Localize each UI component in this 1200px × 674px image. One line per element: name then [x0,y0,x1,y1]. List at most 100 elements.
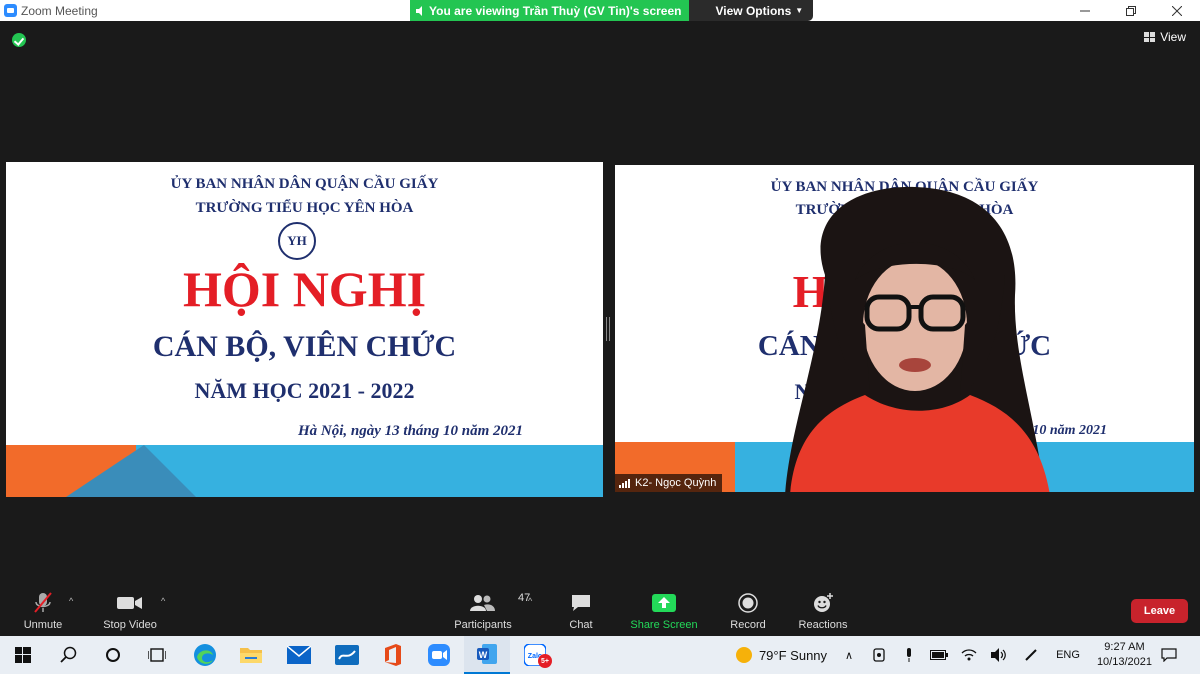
participant-name-tag: K2- Ngọc Quỳnh [615,474,723,492]
record-button[interactable]: Record [726,586,770,636]
clock-time: 9:27 AM [1104,641,1145,653]
restore-button[interactable] [1108,0,1154,21]
slide-line2: TRƯỜNG TIỂU HỌC YÊN HÒA [195,200,414,216]
chevron-up-icon: ∧ [844,649,854,662]
slide-date: Hà Nội, ngày 13 tháng 10 năm 2021 [298,423,524,439]
input-language-indicator[interactable]: ENG [1052,636,1084,674]
participants-options-caret-icon[interactable]: ^ [528,596,532,606]
pen-icon[interactable] [1020,636,1042,674]
system-clock[interactable]: 9:27 AM 10/13/2021 [1097,640,1152,670]
task-view-icon [148,648,166,662]
meeting-area: View ỦY BAN NHÂN DÂN QUẬN CẦU GIẤY TRƯỜN… [0,21,1200,586]
record-label: Record [730,619,766,631]
viewing-text: You are viewing Trần Thuỳ (GV Tin)'s scr… [429,3,682,18]
stop-video-button[interactable]: Stop Video [100,586,160,636]
mail-envelope-icon [287,646,311,664]
cortana-button[interactable] [90,636,136,674]
windows-start-icon [15,647,31,663]
zoom-taskbar-button[interactable] [416,636,462,674]
zoom-app-icon [428,644,450,666]
folder-icon [240,648,262,663]
share-screen-button[interactable]: Share Screen [628,586,700,636]
leave-button[interactable]: Leave [1131,599,1188,623]
close-button[interactable] [1154,0,1200,21]
office-button[interactable] [370,636,416,674]
cortana-circle-icon [106,648,120,662]
video-camera-icon [117,597,142,609]
taskbar-search-button[interactable] [46,636,92,674]
minimize-icon [1080,10,1090,11]
share-screen-icon [652,594,676,612]
weather-text: 79°F Sunny [758,647,828,663]
participants-button[interactable]: 47 Participants [450,586,530,636]
battery-icon[interactable] [928,636,950,674]
word-taskbar-button[interactable]: W [464,636,510,674]
signal-strength-icon [619,478,631,488]
viewing-indicator: You are viewing Trần Thuỳ (GV Tin)'s scr… [410,0,690,21]
mail-button[interactable] [276,636,322,674]
slide-title: HỘI NGHỊ [182,261,427,317]
grid-icon [1144,32,1156,42]
zoom-logo-icon [4,4,17,17]
whiteboard-icon [335,645,359,665]
meeting-toolbar: Unmute ^ Stop Video ^ 47 Participants ^ [0,586,1200,636]
screen-share-banner: You are viewing Trần Thuỳ (GV Tin)'s scr… [410,0,814,21]
video-options-caret-icon[interactable]: ^ [161,596,165,606]
restore-icon [1126,5,1136,16]
muted-microphone-icon [34,592,52,613]
slide-line1: ỦY BAN NHÂN DÂN QUẬN CẦU GIẤY [170,176,439,192]
windows-taskbar: W Zalo 5+ 79°F Sunny ∧ ENG 9:27 AM 10/13… [0,636,1200,674]
chevron-down-icon: ▼ [795,6,804,15]
wifi-icon[interactable] [958,636,980,674]
reactions-button[interactable]: Reactions [796,586,850,636]
task-view-button[interactable] [134,636,180,674]
weather-widget[interactable]: 79°F Sunny [726,636,836,674]
slide-band [6,445,603,497]
view-options-label: View Options [715,3,792,18]
participant-video[interactable]: ỦY BAN NHÂN DÂN QUẬN CẦU GIẤY TRƯỜNG TIỂ… [615,165,1194,492]
participants-label: Participants [454,619,512,631]
slide-year: NĂM HỌC 2021 - 2022 [194,378,415,403]
edge-taskbar-button[interactable] [182,636,228,674]
minimize-button[interactable] [1062,0,1108,21]
show-hidden-icons-button[interactable]: ∧ [838,636,860,674]
audio-options-caret-icon[interactable]: ^ [69,596,73,606]
unmute-label: Unmute [23,619,63,631]
notifications-button[interactable] [1156,636,1182,674]
stop-video-label: Stop Video [103,619,157,631]
zalo-taskbar-button[interactable]: Zalo 5+ [512,636,558,674]
clock-date: 10/13/2021 [1096,656,1152,668]
view-button[interactable]: View [1144,30,1186,44]
whiteboard-button[interactable] [324,636,370,674]
chat-button[interactable]: Chat [560,586,602,636]
chat-bubble-icon [572,595,590,611]
word-app-icon: W [477,644,497,664]
view-options-button[interactable]: View Options ▼ [689,0,814,21]
tray-meet-now-icon[interactable] [868,636,890,674]
file-explorer-button[interactable] [228,636,274,674]
unmute-button[interactable]: Unmute [20,586,66,636]
window-title: Zoom Meeting [21,3,98,18]
participant-name: K2- Ngọc Quỳnh [635,477,717,489]
volume-icon[interactable] [988,636,1010,674]
encryption-shield-icon[interactable] [12,33,26,47]
notification-center-icon [1161,648,1177,662]
start-button[interactable] [0,636,46,674]
tray-microphone-icon[interactable] [898,636,920,674]
search-icon [60,646,77,663]
sun-icon [735,647,752,663]
office-logo-icon [385,644,401,666]
shared-screen[interactable]: ỦY BAN NHÂN DÂN QUẬN CẦU GIẤY TRƯỜNG TIỂ… [6,162,603,497]
chat-label: Chat [569,619,593,631]
participants-icon [470,595,495,611]
record-icon [738,593,758,613]
close-icon [1172,5,1182,16]
svg-text:W: W [479,650,488,660]
zalo-notification-badge: 5+ [538,654,552,668]
slide-subtitle: CÁN BỘ, VIÊN CHỨC [152,330,457,363]
share-screen-label: Share Screen [630,619,698,631]
edge-browser-icon [194,644,216,666]
participant-person-image [785,186,1050,492]
split-resize-handle[interactable] [606,317,610,341]
reactions-label: Reactions [798,619,848,631]
